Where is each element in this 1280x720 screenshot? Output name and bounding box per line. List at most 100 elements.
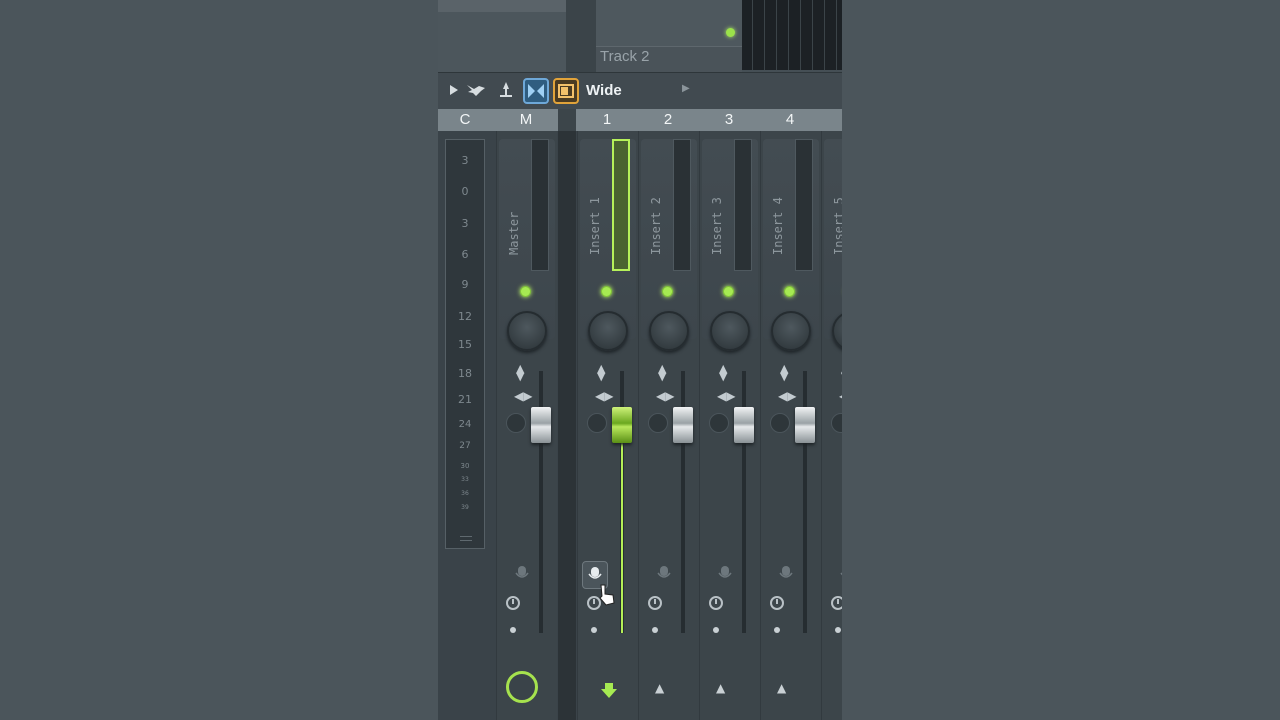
route-dot[interactable] — [835, 627, 841, 633]
playlist-grid[interactable] — [742, 0, 842, 70]
scale-tick — [460, 536, 472, 537]
scale-mark: 9 — [461, 278, 469, 291]
latency-clock-icon[interactable] — [648, 596, 662, 610]
volume-fader[interactable] — [673, 407, 693, 443]
scale-tick — [460, 540, 472, 541]
panel-layout-icon[interactable] — [553, 78, 579, 104]
mixer-strip-insert-1[interactable]: Insert 1 ▲ ▼ ◀▶ — [577, 131, 638, 720]
stereo-knob[interactable] — [587, 413, 607, 433]
stereo-separation-icon[interactable]: ◀▶ — [595, 389, 613, 403]
pin-icon[interactable] — [494, 78, 518, 102]
mouse-cursor-icon — [596, 583, 618, 611]
stereo-knob[interactable] — [506, 413, 526, 433]
header-label-m: M — [519, 111, 533, 128]
level-meter — [795, 139, 813, 271]
record-arm-icon[interactable] — [718, 565, 732, 583]
header-gap — [558, 109, 576, 131]
strip-name: Master — [507, 211, 521, 255]
strip-name: Insert 4 — [771, 197, 785, 255]
stereo-swap-icon[interactable]: ▲▼ — [658, 363, 666, 382]
scale-mark: 12 — [458, 310, 472, 323]
route-down-arrow-icon[interactable] — [600, 682, 618, 704]
route-dot[interactable] — [510, 627, 516, 633]
volume-fader[interactable] — [612, 407, 632, 443]
scale-mark: 24 — [458, 419, 472, 430]
enable-led-icon[interactable] — [520, 286, 531, 297]
header-label-c: C — [459, 111, 471, 128]
route-arrow-icon[interactable]: ▲ — [777, 681, 786, 695]
strip-name: Insert 1 — [588, 197, 602, 255]
mixer-strip-insert-3[interactable]: Insert 3 ▲ ▼ ◀▶ ▲ — [699, 131, 760, 720]
mixer-toolbar: Wide ▶ — [438, 72, 842, 109]
scale-mark: 30 — [460, 462, 470, 470]
volume-fader[interactable] — [734, 407, 754, 443]
stereo-knob[interactable] — [770, 413, 790, 433]
mixer-strip-insert-2[interactable]: Insert 2 ▲ ▼ ◀▶ ▲ — [638, 131, 699, 720]
record-arm-icon[interactable] — [657, 565, 671, 583]
enable-led-icon[interactable] — [662, 286, 673, 297]
bird-icon[interactable] — [464, 78, 488, 102]
stereo-swap-icon[interactable]: ▲▼ — [841, 363, 842, 382]
header-label-1: 1 — [602, 111, 612, 128]
pan-knob[interactable] — [649, 311, 689, 351]
right-background — [842, 0, 1280, 720]
level-meter — [673, 139, 691, 271]
mixer-header-row: C M 1 2 3 4 — [438, 109, 842, 131]
route-arrow-icon[interactable]: ▲ — [716, 681, 725, 695]
mixer-strip-insert-5[interactable]: Insert 5 ▲▼ ◀▶ — [821, 131, 842, 720]
menu-arrow-icon[interactable]: ▶ — [682, 83, 690, 94]
volume-fader[interactable] — [531, 407, 551, 443]
stereo-knob[interactable] — [831, 413, 842, 433]
enable-led-icon[interactable] — [784, 286, 795, 297]
layout-mode-label[interactable]: Wide — [586, 82, 622, 99]
stereo-swap-icon[interactable]: ▲▼ — [719, 363, 727, 382]
latency-clock-icon[interactable] — [506, 596, 520, 610]
record-arm-icon[interactable] — [840, 565, 842, 583]
volume-fader[interactable] — [795, 407, 815, 443]
stereo-swap-icon[interactable]: ▲▼ — [780, 363, 788, 382]
enable-led-icon[interactable] — [601, 286, 612, 297]
stereo-separation-icon[interactable]: ◀▶ — [778, 389, 796, 403]
scale-mark: 36 — [461, 490, 469, 497]
play-arrow-icon[interactable] — [442, 78, 466, 102]
strip-divider[interactable] — [558, 131, 576, 720]
scale-mark: 3 — [461, 154, 469, 167]
scale-mark: 18 — [458, 367, 472, 380]
wide-layout-icon[interactable] — [523, 78, 549, 104]
latency-clock-icon[interactable] — [831, 596, 842, 610]
stereo-knob[interactable] — [709, 413, 729, 433]
playlist-panel: Track 2 — [438, 0, 842, 73]
stereo-swap-icon[interactable]: ▲▼ — [516, 363, 524, 382]
pan-knob[interactable] — [507, 311, 547, 351]
route-dot[interactable] — [652, 627, 658, 633]
stereo-separation-icon[interactable]: ◀▶ — [717, 389, 735, 403]
pan-knob[interactable] — [710, 311, 750, 351]
stereo-separation-icon[interactable]: ◀▶ — [656, 389, 674, 403]
stereo-knob[interactable] — [648, 413, 668, 433]
stereo-separation-icon[interactable]: ◀▶ — [514, 389, 532, 403]
route-dot[interactable] — [591, 627, 597, 633]
scale-mark: 15 — [458, 338, 472, 351]
record-arm-icon[interactable] — [515, 565, 529, 583]
pan-knob[interactable] — [771, 311, 811, 351]
mixer-strip-master[interactable]: Master ▲ ▼ ◀▶ — [496, 131, 557, 720]
route-dot[interactable] — [774, 627, 780, 633]
stereo-swap-icon[interactable]: ▲▼ — [597, 363, 605, 382]
scale-mark: 39 — [461, 504, 469, 511]
scale-mark: 0 — [461, 185, 469, 198]
stereo-separation-icon[interactable]: ◀▶ — [839, 389, 842, 403]
master-route-knob[interactable] — [506, 671, 538, 703]
scale-mark: 6 — [461, 248, 469, 261]
scale-mark: 3 — [461, 217, 469, 230]
latency-clock-icon[interactable] — [709, 596, 723, 610]
route-dot[interactable] — [713, 627, 719, 633]
latency-clock-icon[interactable] — [770, 596, 784, 610]
track-led-indicator[interactable] — [726, 28, 735, 37]
mixer-strip-insert-4[interactable]: Insert 4 ▲ ▼ ◀▶ ▲ — [760, 131, 821, 720]
scale-mark: 21 — [458, 393, 472, 406]
pan-knob[interactable] — [588, 311, 628, 351]
record-arm-icon[interactable] — [779, 565, 793, 583]
enable-led-icon[interactable] — [723, 286, 734, 297]
mixer-window: Track 2 Wide ▶ C M 1 2 3 4 3 0 3 6 9 12 … — [438, 0, 842, 720]
route-arrow-icon[interactable]: ▲ — [655, 681, 664, 695]
